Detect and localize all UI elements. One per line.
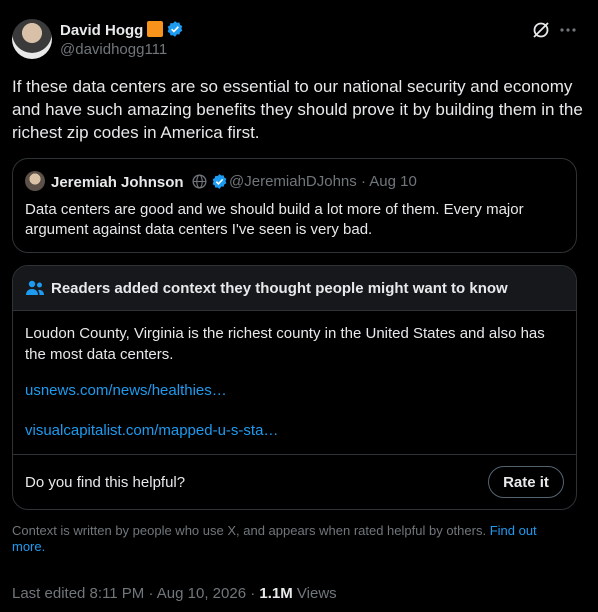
avatar[interactable] xyxy=(12,19,52,59)
community-note: Readers added context they thought peopl… xyxy=(12,265,577,510)
community-note-body: Loudon County, Virginia is the richest c… xyxy=(25,325,545,363)
note-link-usnews[interactable]: usnews.com/news/healthies… xyxy=(25,382,227,399)
rate-it-button[interactable]: Rate it xyxy=(488,466,564,498)
tweet-footer: Last edited 8:11 PM · Aug 10, 2026 · 1.1… xyxy=(12,585,337,602)
verified-icon xyxy=(168,21,183,37)
quoted-author-name: Jeremiah Johnson xyxy=(51,174,184,191)
quoted-name-row: Jeremiah Johnson xyxy=(51,173,228,191)
community-note-header: Readers added context they thought peopl… xyxy=(13,266,576,311)
meta-separator: · xyxy=(360,173,366,190)
author-handle[interactable]: @davidhogg111 xyxy=(60,41,167,58)
affiliation-badge-icon xyxy=(147,21,164,37)
context-info: Context is written by people who use X, … xyxy=(12,523,572,555)
quoted-date[interactable]: Aug 10 xyxy=(369,173,417,190)
quoted-meta: @JeremiahDJohns · Aug 10 xyxy=(229,173,417,190)
quoted-tweet[interactable]: Jeremiah Johnson @JeremiahDJohns · Aug 1… xyxy=(12,158,577,253)
quoted-avatar[interactable] xyxy=(25,171,45,191)
context-text: Context is written by people who use X, … xyxy=(12,523,487,538)
tweet-text: If these data centers are so essential t… xyxy=(12,77,583,142)
views-count: 1.1M xyxy=(259,585,293,602)
globe-icon xyxy=(192,174,207,189)
grok-icon[interactable] xyxy=(531,20,551,40)
divider xyxy=(13,454,576,455)
author-name[interactable]: David Hogg xyxy=(60,22,143,39)
last-edited[interactable]: Last edited 8:11 PM · Aug 10, 2026 · xyxy=(12,585,255,602)
community-note-title: Readers added context they thought peopl… xyxy=(51,280,508,297)
verified-icon xyxy=(212,174,227,189)
quoted-handle: @JeremiahDJohns xyxy=(229,173,357,190)
note-link-visualcapitalist[interactable]: visualcapitalist.com/mapped-u-s-sta… xyxy=(25,422,278,439)
helpful-prompt: Do you find this helpful? xyxy=(25,474,186,491)
more-options-icon[interactable] xyxy=(558,20,578,40)
quoted-text: Data centers are good and we should buil… xyxy=(25,201,524,238)
author-name-row[interactable]: David Hogg xyxy=(60,20,184,39)
views-label: Views xyxy=(296,585,337,602)
people-icon xyxy=(26,280,44,295)
